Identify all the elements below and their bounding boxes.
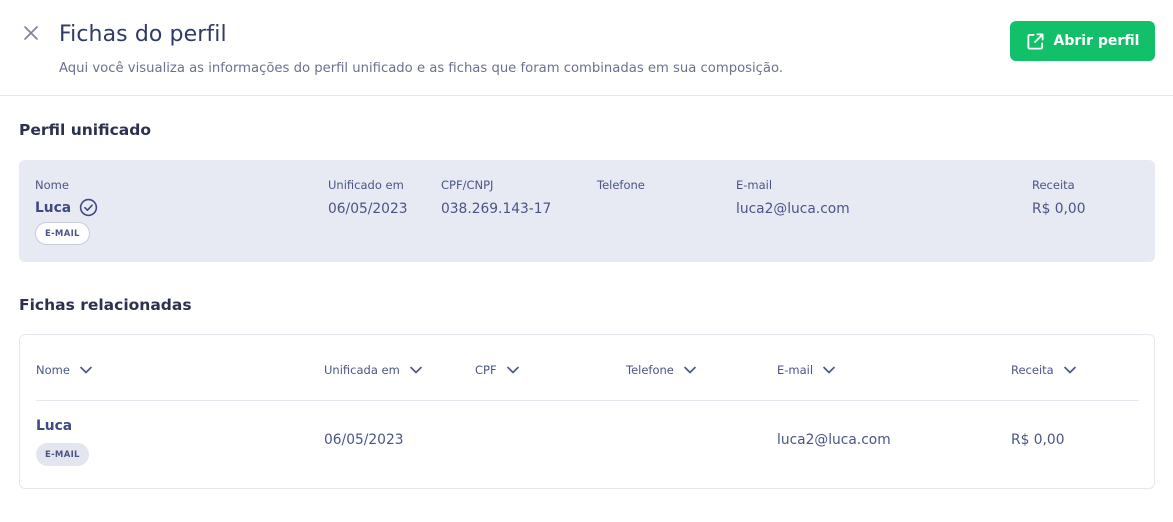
row-revenue: R$ 0,00 [1011, 432, 1065, 448]
column-header-label: CPF [475, 363, 497, 377]
column-header-label: E-mail [777, 363, 814, 377]
unified-email-badge: E-MAIL [35, 222, 90, 245]
row-unified-at: 06/05/2023 [324, 432, 404, 448]
column-header-name[interactable]: Nome [36, 363, 92, 377]
document-value: 038.269.143-17 [441, 201, 552, 217]
drawer-header: Fichas do perfil Aqui você visualiza as … [0, 0, 1173, 96]
unified-profile-card: Nome Luca E-MAIL Unificado em 06/05/2023… [19, 160, 1155, 262]
column-header-label: Unificada em [324, 363, 400, 377]
phone-label: Telefone [597, 178, 645, 192]
unified-name-text: Luca [35, 199, 72, 216]
related-records-title: Fichas relacionadas [19, 296, 192, 314]
external-link-icon [1027, 32, 1044, 50]
row-email: luca2@luca.com [777, 432, 891, 448]
related-records-table: Nome Unificada em CPF Telefone E-mail Re… [19, 334, 1155, 489]
row-email-badge: E-MAIL [36, 443, 89, 466]
column-header-unified-at[interactable]: Unificada em [324, 363, 422, 377]
chevron-down-icon [823, 366, 835, 374]
row-name[interactable]: Luca [36, 418, 72, 434]
unified-profile-title: Perfil unificado [19, 121, 151, 139]
close-icon [24, 26, 38, 40]
column-header-label: Receita [1011, 363, 1054, 377]
chevron-down-icon [684, 366, 696, 374]
check-circle-icon [79, 198, 98, 217]
email-value: luca2@luca.com [736, 201, 850, 217]
column-header-email[interactable]: E-mail [777, 363, 835, 377]
unified-name: Luca [35, 198, 98, 217]
unified-at-label: Unificado em [328, 178, 404, 192]
column-header-label: Telefone [626, 363, 674, 377]
chevron-down-icon [80, 366, 92, 374]
page-subtitle: Aqui você visualiza as informações do pe… [59, 61, 784, 76]
table-divider [36, 400, 1139, 401]
revenue-label: Receita [1032, 178, 1075, 192]
column-header-revenue[interactable]: Receita [1011, 363, 1076, 377]
name-label: Nome [35, 178, 69, 192]
column-header-label: Nome [36, 363, 70, 377]
close-button[interactable] [20, 22, 42, 44]
chevron-down-icon [1063, 366, 1076, 374]
chevron-down-icon [409, 366, 422, 374]
column-header-cpf[interactable]: CPF [475, 363, 519, 377]
document-label: CPF/CNPJ [441, 178, 494, 192]
unified-at-value: 06/05/2023 [328, 201, 408, 217]
open-profile-label: Abrir perfil [1053, 33, 1140, 49]
chevron-down-icon [506, 366, 519, 374]
revenue-value: R$ 0,00 [1032, 201, 1086, 217]
column-header-phone[interactable]: Telefone [626, 363, 696, 377]
open-profile-button[interactable]: Abrir perfil [1010, 21, 1155, 61]
email-label: E-mail [736, 178, 773, 192]
page-title: Fichas do perfil [59, 22, 227, 47]
